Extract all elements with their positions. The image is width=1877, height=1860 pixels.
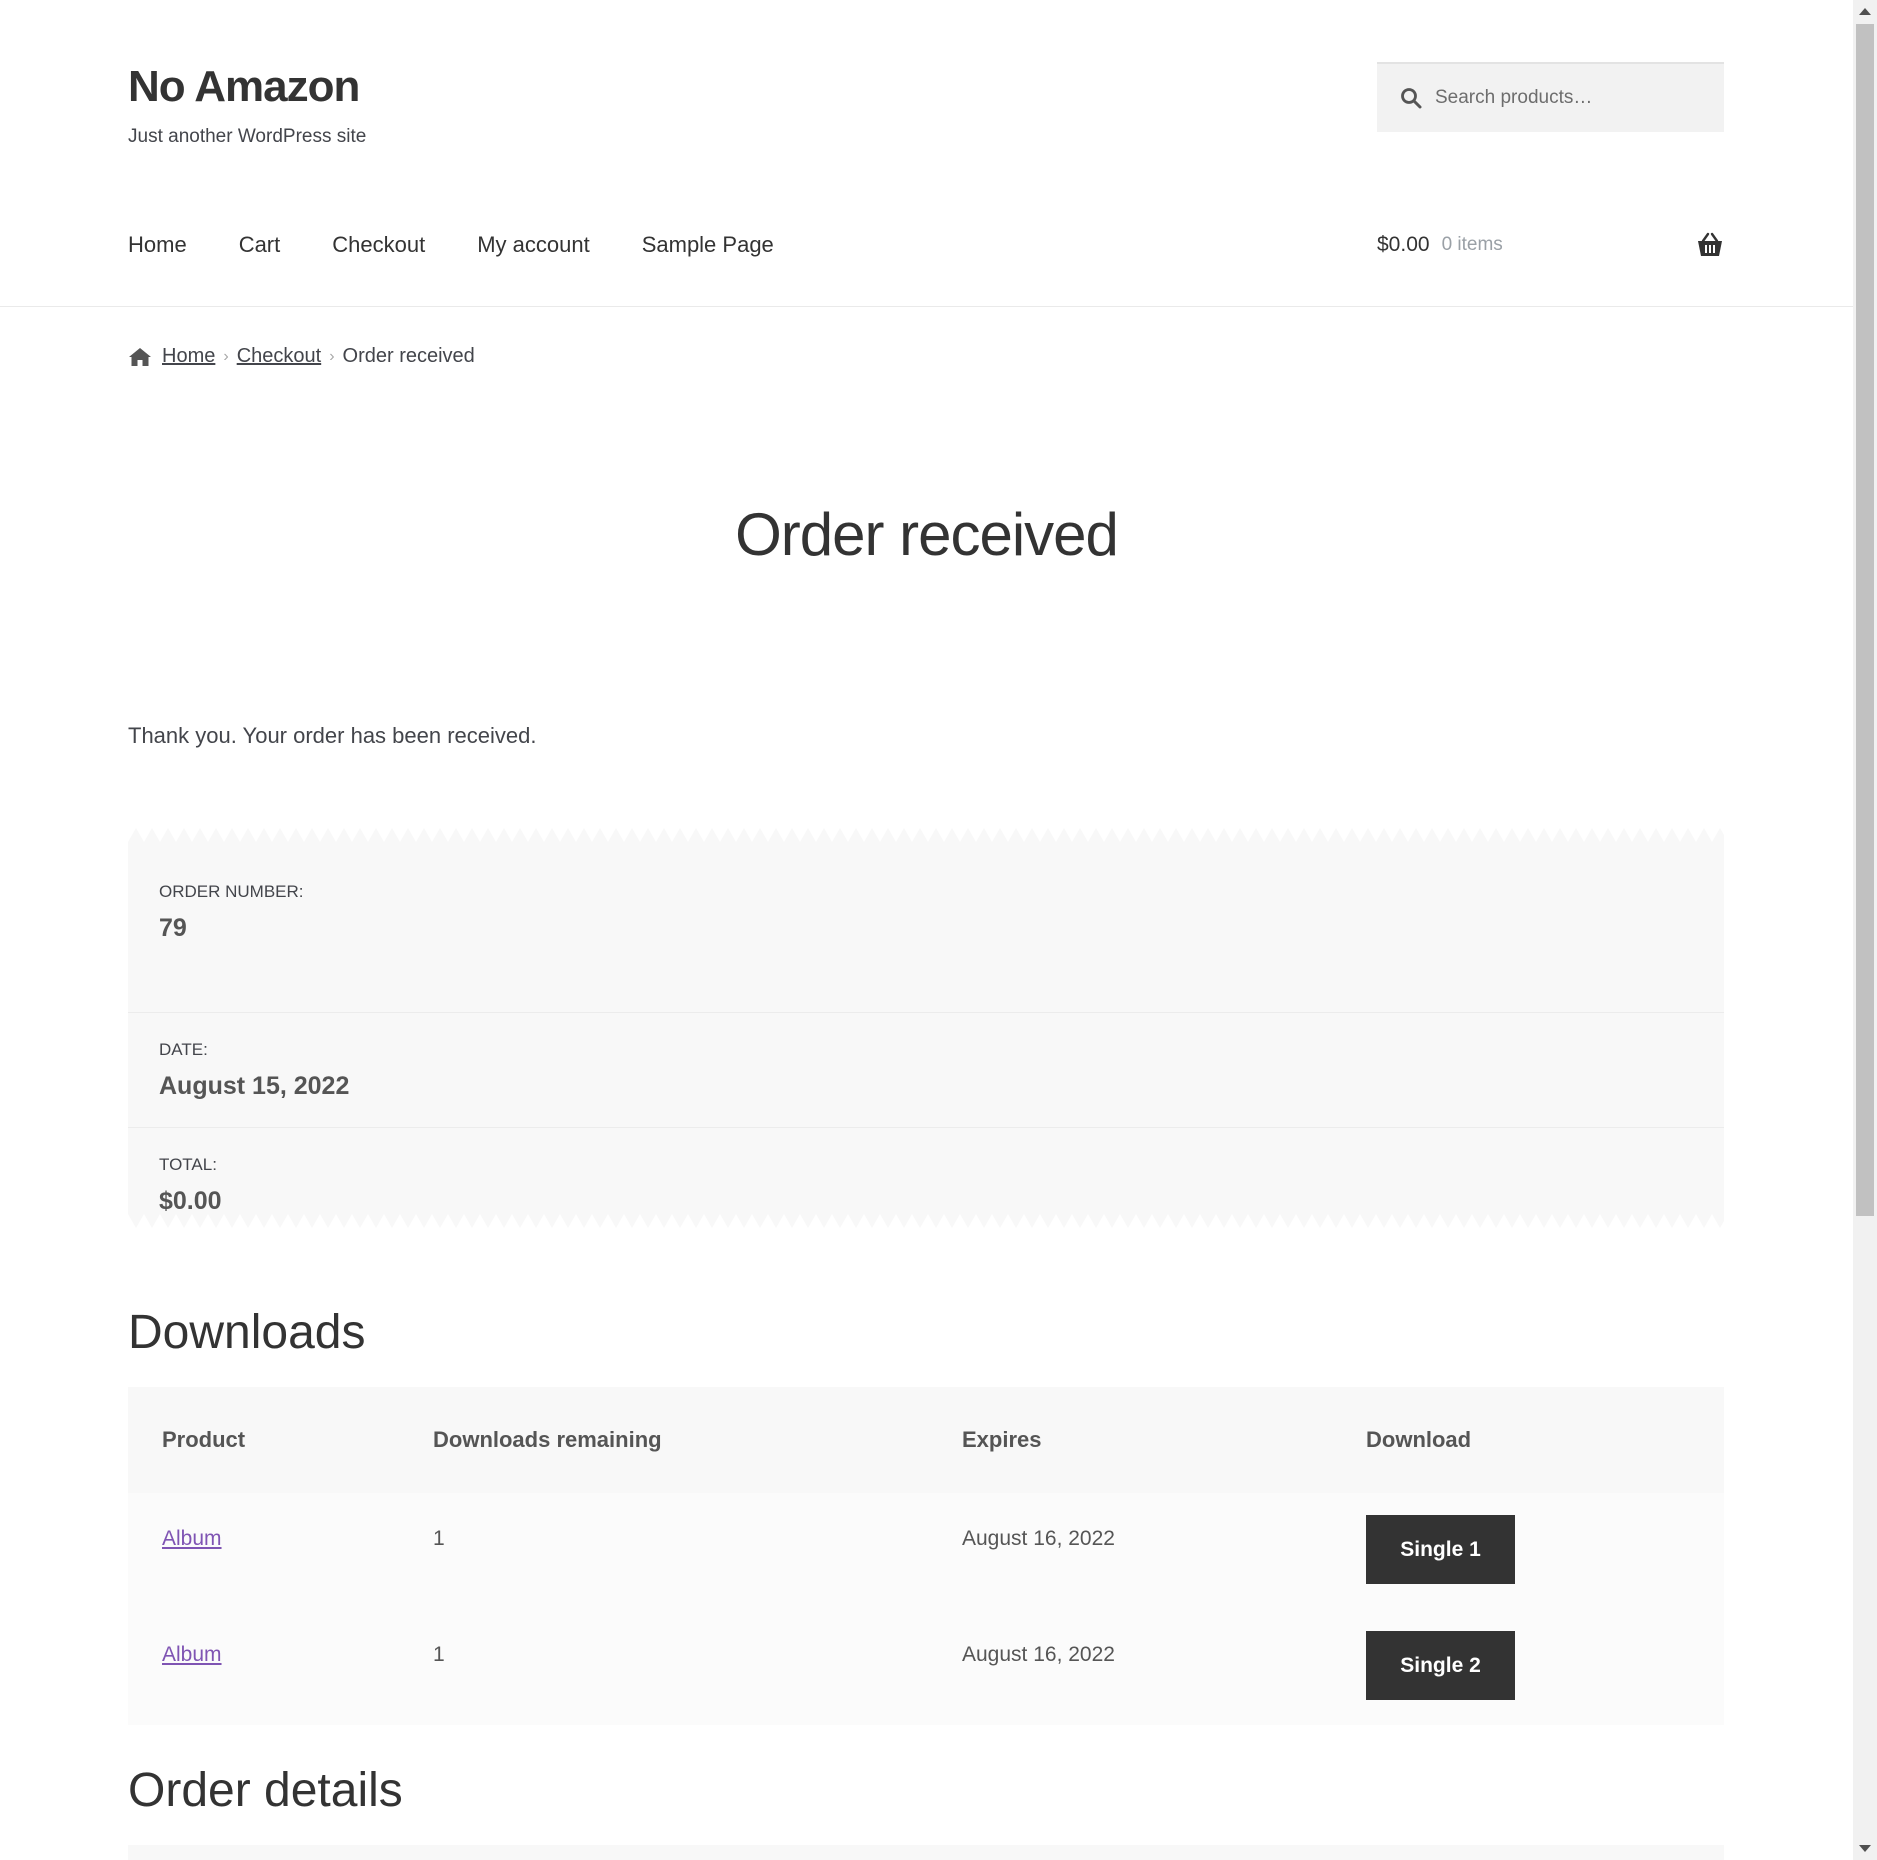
- expires-value: August 16, 2022: [962, 1643, 1115, 1666]
- page-title: Order received: [735, 501, 1119, 568]
- breadcrumb-home-link[interactable]: Home: [162, 345, 215, 368]
- download-button-single-2[interactable]: Single 2: [1366, 1631, 1515, 1700]
- order-number-label: Order number:: [159, 882, 304, 901]
- downloads-table: Product Downloads remaining Expires Down…: [128, 1387, 1724, 1725]
- breadcrumb: Home › Checkout › Order received: [128, 345, 475, 368]
- date-label: Date:: [159, 1040, 208, 1059]
- zigzag-top-edge: [128, 828, 1724, 842]
- nav-item-my-account[interactable]: My account: [477, 232, 590, 258]
- nav-item-checkout[interactable]: Checkout: [332, 232, 425, 258]
- total-label: Total:: [159, 1155, 217, 1174]
- primary-nav: Home Cart Checkout My account Sample Pag…: [128, 232, 826, 258]
- order-details-title: Order details: [128, 1764, 403, 1817]
- search-box[interactable]: [1377, 62, 1724, 132]
- home-icon: [129, 347, 151, 366]
- scroll-down-icon[interactable]: [1859, 1845, 1871, 1852]
- total-row: Total: $0.00: [128, 1128, 1724, 1215]
- nav-item-sample-page[interactable]: Sample Page: [642, 232, 774, 258]
- thank-you-message: Thank you. Your order has been received.: [128, 723, 537, 748]
- table-row: Album 1 August 16, 2022 Single 2: [128, 1609, 1724, 1725]
- chevron-right-icon: ›: [223, 347, 229, 365]
- header-cart[interactable]: $0.00 0 items: [1377, 232, 1724, 258]
- page: No Amazon Just another WordPress site Ho…: [0, 0, 1853, 1860]
- column-header-product: Product: [162, 1427, 246, 1452]
- site-title[interactable]: No Amazon: [128, 62, 360, 112]
- expires-value: August 16, 2022: [962, 1527, 1115, 1550]
- site-description: Just another WordPress site: [128, 126, 367, 147]
- order-details-table: [128, 1845, 1724, 1860]
- order-number-row: Order number: 79: [128, 882, 1724, 1013]
- table-row: Album 1 August 16, 2022 Single 1: [128, 1493, 1724, 1609]
- nav-item-cart[interactable]: Cart: [239, 232, 281, 258]
- downloads-remaining-value: 1: [433, 1527, 445, 1550]
- table-header: Product Downloads remaining Expires Down…: [128, 1387, 1724, 1493]
- downloads-title: Downloads: [128, 1306, 366, 1359]
- cart-amount: $0.00: [1377, 233, 1430, 256]
- basket-icon: [1698, 232, 1722, 256]
- download-button-single-1[interactable]: Single 1: [1366, 1515, 1515, 1584]
- product-link[interactable]: Album: [162, 1527, 222, 1551]
- total-value: $0.00: [159, 1187, 222, 1215]
- vertical-scrollbar[interactable]: [1853, 0, 1877, 1860]
- order-overview: Order number: 79 Date: August 15, 2022 T…: [128, 842, 1724, 1215]
- scrollbar-thumb[interactable]: [1856, 24, 1874, 1216]
- order-number-value: 79: [159, 914, 187, 942]
- product-link[interactable]: Album: [162, 1643, 222, 1667]
- downloads-remaining-value: 1: [433, 1643, 445, 1666]
- breadcrumb-checkout-link[interactable]: Checkout: [237, 345, 322, 368]
- column-header-downloads-remaining: Downloads remaining: [433, 1427, 662, 1452]
- column-header-download: Download: [1366, 1427, 1472, 1452]
- chevron-right-icon: ›: [329, 347, 335, 365]
- nav-item-home[interactable]: Home: [128, 232, 187, 258]
- date-value: August 15, 2022: [159, 1072, 350, 1100]
- breadcrumb-current: Order received: [342, 345, 475, 367]
- header-divider: [0, 306, 1853, 307]
- scroll-up-icon[interactable]: [1859, 8, 1871, 15]
- zigzag-bottom-edge: [128, 1214, 1724, 1228]
- column-header-expires: Expires: [962, 1427, 1042, 1452]
- cart-count: 0 items: [1441, 234, 1503, 255]
- date-row: Date: August 15, 2022: [128, 1013, 1724, 1128]
- search-icon: [1401, 88, 1422, 109]
- search-input[interactable]: [1435, 87, 1695, 109]
